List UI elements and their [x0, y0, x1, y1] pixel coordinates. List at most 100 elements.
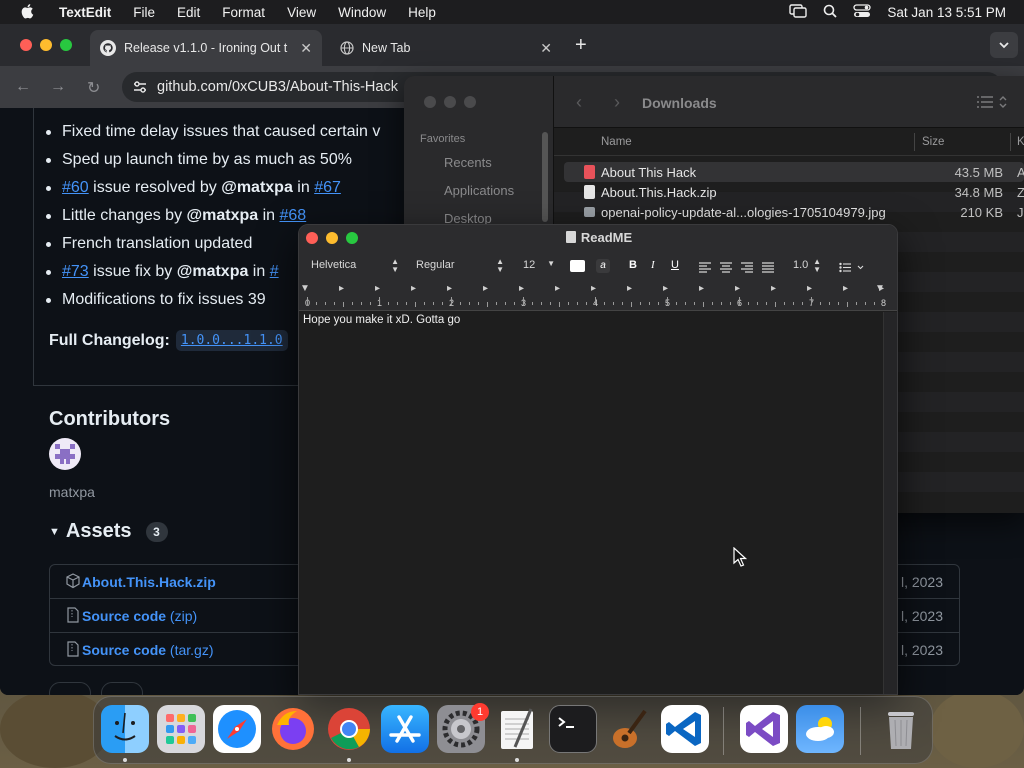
tab-stop-marker[interactable]: ▸ [483, 283, 488, 294]
issue-link[interactable]: #68 [280, 207, 307, 224]
list-view-icon[interactable] [976, 94, 1012, 115]
dock-launchpad-icon[interactable] [157, 705, 205, 753]
dock-trash-icon[interactable] [877, 705, 925, 753]
tab-stop-marker[interactable]: ▸ [771, 283, 776, 294]
left-indent-marker[interactable]: ▼ [300, 283, 310, 294]
dock-garageband-icon[interactable] [605, 705, 653, 753]
menu-app-name[interactable]: TextEdit [48, 5, 122, 20]
tab-stop-marker[interactable]: ▸ [339, 283, 344, 294]
finder-minimize-button[interactable] [444, 96, 456, 108]
assets-toggle[interactable]: ▼ Assets 3 [49, 520, 168, 543]
sidebar-item-applications[interactable]: Applications [444, 183, 514, 198]
sidebar-scrollbar[interactable] [542, 132, 548, 222]
browser-close-button[interactable] [20, 39, 32, 51]
issue-link[interactable]: #73 [62, 263, 89, 280]
contributor-name[interactable]: matxpa [49, 484, 95, 500]
changelog-compare-link[interactable]: 1.0.0...1.1.0 [175, 330, 288, 351]
dock-terminal-icon[interactable] [549, 705, 597, 753]
user-mention-link[interactable]: @matxpa [187, 207, 259, 224]
control-center-icon[interactable] [853, 3, 872, 21]
apple-menu-icon[interactable] [18, 2, 38, 22]
new-tab-button[interactable]: + [575, 34, 587, 57]
forward-arrow-icon[interactable]: → [50, 78, 66, 96]
reload-icon[interactable]: ↻ [87, 78, 100, 98]
avatar[interactable] [49, 438, 81, 470]
italic-button[interactable]: I [651, 259, 655, 271]
dock-weather-icon[interactable] [796, 705, 844, 753]
align-center-icon[interactable] [720, 260, 732, 278]
tab-stop-marker[interactable]: ▸ [375, 283, 380, 294]
dock-finder-icon[interactable] [101, 705, 149, 753]
menu-view[interactable]: View [276, 5, 327, 20]
sidebar-item-recents[interactable]: Recents [444, 155, 492, 170]
align-left-icon[interactable] [699, 260, 711, 278]
menu-window[interactable]: Window [327, 5, 397, 20]
document-text[interactable]: Hope you make it xD. Gotta go [303, 314, 460, 326]
finder-zoom-button[interactable] [464, 96, 476, 108]
column-header-size[interactable]: Size [922, 136, 944, 148]
dock-safari-icon[interactable] [213, 705, 261, 753]
issue-link[interactable]: #60 [62, 179, 89, 196]
text-ruler[interactable]: 0▸▸1▸▸2▸▸3▸▸4▸▸5▸▸6▸▸7▸▸8▼▼ [299, 281, 897, 311]
dock-firefox-icon[interactable] [269, 705, 317, 753]
menu-help[interactable]: Help [397, 5, 447, 20]
menu-format[interactable]: Format [211, 5, 276, 20]
text-color-well[interactable] [570, 260, 585, 272]
tab-stop-marker[interactable]: ▸ [411, 283, 416, 294]
reaction-rocket-button[interactable] [101, 682, 143, 695]
tab-stop-marker[interactable]: ▸ [519, 283, 524, 294]
file-row[interactable]: About This Hack 43.5 MB A [564, 162, 1024, 182]
dock-chrome-icon[interactable] [325, 705, 373, 753]
dock-vscode-icon[interactable] [661, 705, 709, 753]
line-spacing-select[interactable]: 1.0 ▲ ▼ [791, 257, 823, 275]
tab-stop-marker[interactable]: ▸ [699, 283, 704, 294]
menu-clock[interactable]: Sat Jan 13 5:51 PM [887, 5, 1006, 20]
tab-stop-marker[interactable]: ▸ [591, 283, 596, 294]
tab-search-button[interactable] [990, 32, 1018, 58]
tab-stop-marker[interactable]: ▸ [555, 283, 560, 294]
dock-textedit-icon[interactable] [493, 705, 541, 753]
dock-visual-studio-icon[interactable] [740, 705, 788, 753]
bold-button[interactable]: B [629, 259, 637, 271]
tab-release[interactable]: Release v1.1.0 - Ironing Out t ✕ [90, 30, 322, 66]
tab-stop-marker[interactable]: ▸ [663, 283, 668, 294]
tab-stop-marker[interactable]: ▸ [735, 283, 740, 294]
site-info-icon[interactable] [132, 80, 148, 99]
forward-chevron-icon[interactable]: › [614, 92, 620, 113]
dock-app-store-icon[interactable] [381, 705, 429, 753]
font-style-select[interactable]: Regular ▲ ▼ [414, 257, 508, 275]
column-header-name[interactable]: Name [601, 136, 632, 148]
tab-stop-marker[interactable]: ▸ [843, 283, 848, 294]
asset-name[interactable]: Source code [82, 608, 166, 624]
right-indent-marker[interactable]: ▼ [875, 283, 885, 294]
highlight-color-icon[interactable]: a [596, 259, 610, 273]
spotlight-search-icon[interactable] [823, 4, 838, 21]
tab-stop-marker[interactable]: ▸ [807, 283, 812, 294]
reaction-heart-button[interactable] [49, 682, 91, 695]
tab-stop-marker[interactable]: ▸ [447, 283, 452, 294]
screen-mirroring-icon[interactable] [789, 3, 808, 21]
back-arrow-icon[interactable]: ← [15, 78, 31, 96]
underline-button[interactable]: U [671, 259, 679, 271]
document-scrollbar[interactable] [883, 312, 897, 694]
asset-name[interactable]: Source code [82, 642, 166, 658]
menu-edit[interactable]: Edit [166, 5, 211, 20]
user-mention-link[interactable]: @matxpa [177, 263, 249, 280]
issue-link[interactable]: #67 [314, 179, 341, 196]
font-size-select[interactable]: 12 ▼ [521, 257, 557, 275]
font-family-select[interactable]: Helvetica ▲ ▼ [309, 257, 403, 275]
close-tab-icon[interactable]: ✕ [540, 40, 552, 57]
tab-new-tab[interactable]: New Tab ✕ [330, 30, 562, 66]
file-row[interactable]: openai-policy-update-al...ologies-170510… [564, 202, 1024, 222]
user-mention-link[interactable]: @matxpa [221, 179, 293, 196]
column-header-kind[interactable]: K [1017, 136, 1024, 148]
list-bullets-icon[interactable] [839, 260, 867, 278]
asset-name[interactable]: About.This.Hack.zip [82, 574, 216, 590]
browser-zoom-button[interactable] [60, 39, 72, 51]
close-tab-icon[interactable]: ✕ [300, 40, 312, 57]
menu-file[interactable]: File [122, 5, 166, 20]
issue-link[interactable]: # [270, 263, 279, 280]
file-row[interactable]: About.This.Hack.zip 34.8 MB Z [564, 182, 1024, 202]
document-body[interactable]: Hope you make it xD. Gotta go [299, 312, 883, 694]
browser-minimize-button[interactable] [40, 39, 52, 51]
